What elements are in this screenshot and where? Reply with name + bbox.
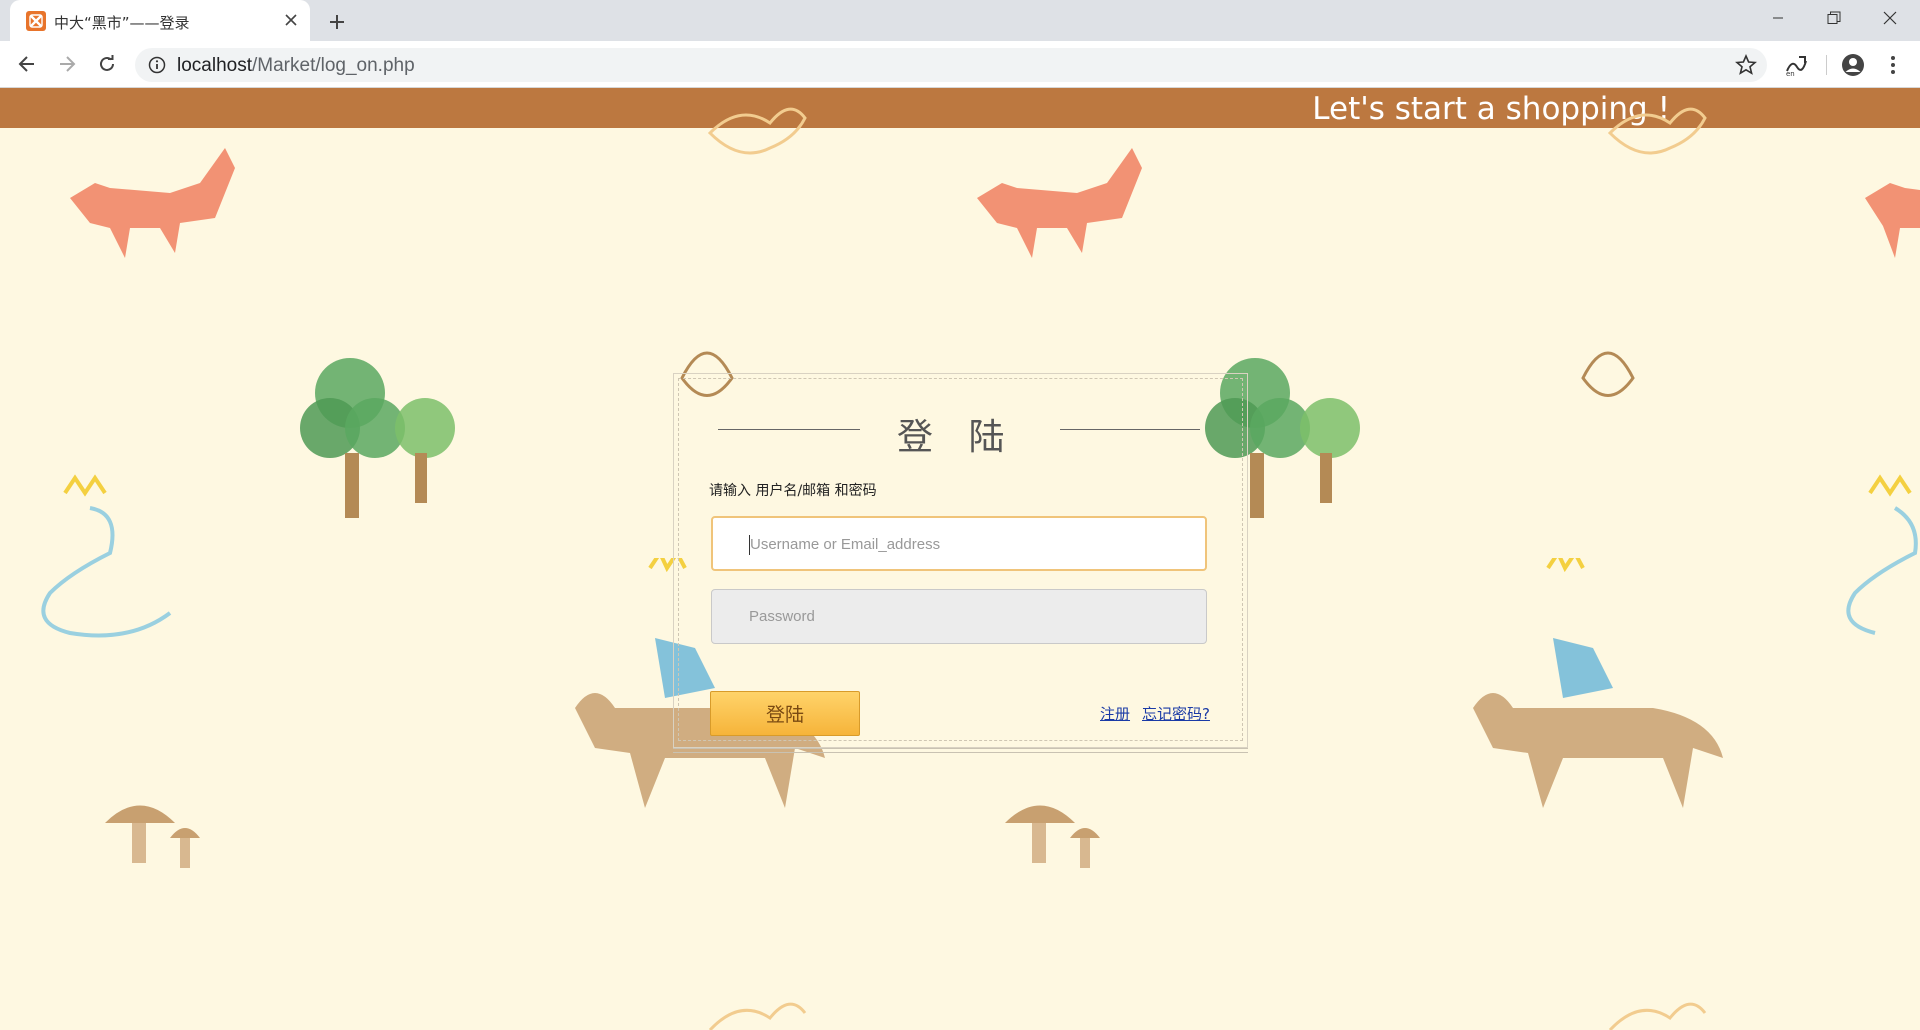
tab-title: 中大“黑市”——登录 [54, 14, 190, 32]
minimize-icon[interactable] [1750, 0, 1806, 36]
browser-toolbar: localhost/Market/log_on.php en [0, 41, 1920, 88]
bookmark-star-icon[interactable] [1735, 53, 1757, 76]
bird-doodle-icon [708, 1002, 807, 1030]
tree-doodle-icon [300, 358, 455, 518]
bird-doodle-icon [1608, 1002, 1707, 1030]
profile-avatar-icon[interactable] [1840, 52, 1866, 78]
username-input[interactable]: Username or Email_address [711, 516, 1207, 571]
browser-tab[interactable]: 中大“黑市”——登录 [10, 0, 310, 41]
toolbar-separator [1826, 55, 1827, 75]
fox-doodle-icon [977, 148, 1142, 258]
page-viewport: Let's start a shopping ! 登 陆 请输入 用户名/邮箱 … [0, 88, 1920, 1030]
swan-doodle-icon [1846, 474, 1918, 635]
password-input[interactable]: Password [711, 589, 1207, 644]
restore-icon[interactable] [1806, 0, 1862, 36]
address-bar[interactable]: localhost/Market/log_on.php [135, 48, 1767, 82]
forward-icon[interactable] [53, 50, 81, 78]
reload-icon[interactable] [93, 50, 121, 78]
tab-strip: 中大“黑市”——登录 [0, 0, 1920, 41]
url-text: localhost/Market/log_on.php [177, 55, 415, 77]
bird-doodle-icon [707, 107, 807, 155]
url-path: /Market/log_on.php [252, 55, 415, 76]
fox-doodle-icon [1865, 183, 1920, 258]
bird-doodle-icon [1607, 107, 1707, 155]
title-divider-left [718, 429, 860, 430]
login-card-base-line [673, 752, 1248, 753]
title-divider-right [1060, 429, 1200, 430]
window-close-icon[interactable] [1862, 0, 1918, 36]
svg-text:en: en [1786, 70, 1795, 77]
new-tab-icon[interactable] [323, 8, 351, 36]
password-placeholder: Password [749, 608, 815, 625]
login-button[interactable]: 登陆 [710, 691, 860, 736]
horse-rider-doodle-icon [1473, 558, 1723, 808]
url-host: localhost [177, 55, 252, 76]
login-title: 登 陆 [897, 417, 1017, 458]
menu-kebab-icon[interactable] [1880, 52, 1906, 78]
xampp-favicon-icon [26, 11, 46, 31]
text-caret [749, 535, 750, 555]
mushroom-doodle-icon [105, 805, 200, 868]
fox-doodle-icon [70, 148, 235, 258]
login-hint: 请输入 用户名/邮箱 和密码 [709, 483, 877, 499]
username-placeholder: Username or Email_address [750, 536, 941, 553]
info-icon[interactable] [148, 56, 166, 74]
register-link[interactable]: 注册 [1100, 703, 1130, 724]
acorn-doodle-icon [1581, 351, 1635, 397]
translate-extension-icon[interactable]: en [1783, 52, 1809, 78]
back-icon[interactable] [13, 50, 41, 78]
login-card-base-line [673, 748, 1248, 749]
mushroom-doodle-icon [1005, 805, 1100, 868]
swan-doodle-icon [41, 474, 172, 638]
forgot-password-link[interactable]: 忘记密码? [1142, 703, 1210, 724]
tab-close-icon[interactable] [282, 11, 300, 29]
